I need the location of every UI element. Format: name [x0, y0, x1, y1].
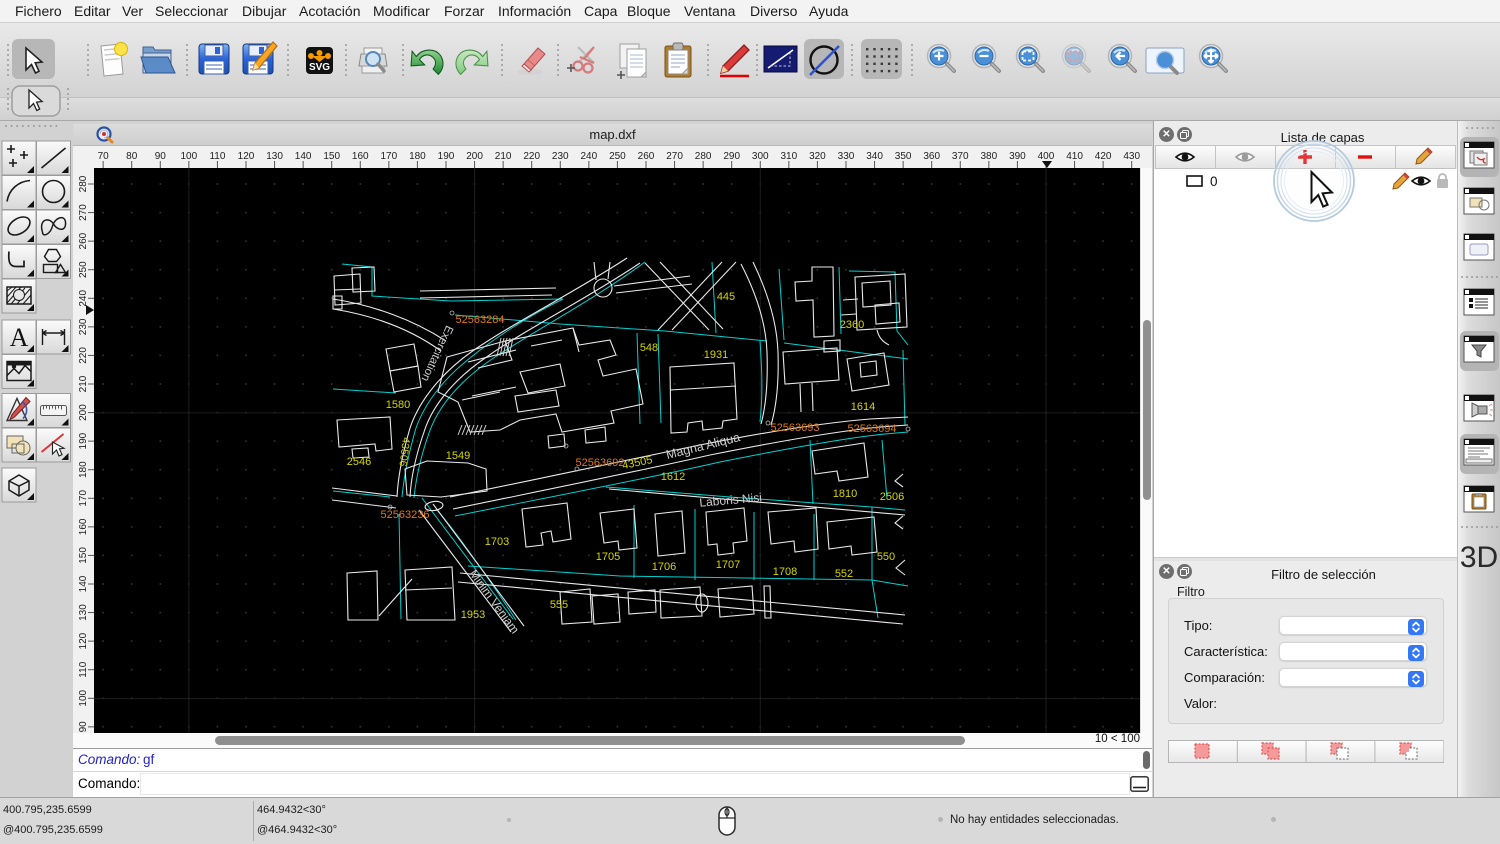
svg-text:0: 0	[1210, 174, 1218, 189]
svg-text:160: 160	[78, 518, 89, 535]
svg-text:280: 280	[695, 151, 712, 162]
svg-text:130: 130	[266, 151, 283, 162]
svg-text:430: 430	[1123, 151, 1140, 162]
svg-text:300: 300	[752, 151, 769, 162]
svg-text:A: A	[10, 323, 29, 352]
svg-text:190: 190	[438, 151, 455, 162]
svg-text:52563284: 52563284	[456, 314, 505, 326]
svg-text:1953: 1953	[461, 609, 485, 621]
svg-text:1614: 1614	[851, 401, 875, 413]
svg-text:280: 280	[78, 175, 89, 192]
svg-text:2546: 2546	[347, 456, 371, 468]
svg-text:380: 380	[980, 151, 997, 162]
svg-text:220: 220	[78, 347, 89, 364]
svg-text:445: 445	[717, 291, 735, 303]
svg-text:160: 160	[352, 151, 369, 162]
svg-text:400: 400	[1038, 151, 1055, 162]
svg-text:290: 290	[723, 151, 740, 162]
svg-text:310: 310	[781, 151, 798, 162]
svg-text:90: 90	[78, 721, 89, 733]
svg-text:180: 180	[409, 151, 426, 162]
svg-text:1580: 1580	[386, 399, 410, 411]
svg-text:270: 270	[666, 151, 683, 162]
svg-text:52563693: 52563693	[771, 422, 820, 434]
svg-text:220: 220	[523, 151, 540, 162]
svg-text:180: 180	[78, 461, 89, 478]
svg-text:1703: 1703	[485, 536, 509, 548]
svg-text:240: 240	[78, 290, 89, 307]
svg-text:80: 80	[126, 151, 138, 162]
svg-text:110: 110	[209, 151, 225, 162]
svg-text:100: 100	[181, 151, 198, 162]
svg-text:150: 150	[323, 151, 340, 162]
svg-text:320: 320	[809, 151, 826, 162]
svg-text:52563236: 52563236	[381, 509, 430, 521]
svg-text:420: 420	[1095, 151, 1112, 162]
svg-text:SVG: SVG	[309, 62, 330, 73]
svg-text:170: 170	[78, 490, 89, 507]
svg-text:2360: 2360	[840, 319, 864, 331]
svg-text:170: 170	[381, 151, 398, 162]
svg-text:1931: 1931	[704, 349, 728, 361]
svg-text:110: 110	[78, 661, 89, 677]
svg-text:210: 210	[78, 375, 89, 392]
svg-text:52563692: 52563692	[576, 457, 625, 469]
svg-text:270: 270	[78, 204, 89, 221]
svg-text:250: 250	[609, 151, 626, 162]
svg-text:140: 140	[295, 151, 312, 162]
svg-text:260: 260	[638, 151, 655, 162]
svg-text:260: 260	[78, 232, 89, 249]
svg-text:250: 250	[78, 261, 89, 278]
svg-text:1708: 1708	[773, 566, 797, 578]
svg-text:548: 548	[640, 342, 658, 354]
svg-text:550: 550	[877, 551, 895, 563]
svg-text:1707: 1707	[716, 559, 740, 571]
svg-text:1810: 1810	[833, 488, 857, 500]
svg-text:200: 200	[466, 151, 483, 162]
svg-text:350: 350	[895, 151, 912, 162]
svg-text:230: 230	[552, 151, 569, 162]
svg-text:130: 130	[78, 604, 89, 621]
svg-text:210: 210	[495, 151, 512, 162]
svg-text:120: 120	[238, 151, 255, 162]
svg-text:100: 100	[78, 689, 89, 706]
svg-text:1705: 1705	[596, 551, 620, 563]
svg-text:410: 410	[1066, 151, 1083, 162]
svg-text:52563694: 52563694	[848, 423, 897, 435]
svg-text:555: 555	[550, 599, 568, 611]
svg-text:190: 190	[78, 432, 89, 449]
svg-text:120: 120	[78, 632, 89, 649]
svg-text:360: 360	[923, 151, 940, 162]
svg-text:200: 200	[78, 404, 89, 421]
svg-text:330: 330	[838, 151, 855, 162]
svg-text:90: 90	[155, 151, 167, 162]
svg-text:70: 70	[98, 151, 110, 162]
svg-text:390: 390	[1009, 151, 1026, 162]
svg-text:1706: 1706	[652, 561, 676, 573]
svg-text:340: 340	[866, 151, 883, 162]
svg-text:240: 240	[581, 151, 598, 162]
svg-text:150: 150	[78, 547, 89, 564]
svg-text:3D: 3D	[1460, 541, 1498, 574]
svg-text:1612: 1612	[661, 471, 685, 483]
svg-text:140: 140	[78, 575, 89, 592]
svg-text:1549: 1549	[446, 450, 470, 462]
svg-text:230: 230	[78, 318, 89, 335]
svg-text:552: 552	[835, 568, 853, 580]
svg-text:370: 370	[952, 151, 969, 162]
svg-text:2506: 2506	[880, 491, 904, 503]
